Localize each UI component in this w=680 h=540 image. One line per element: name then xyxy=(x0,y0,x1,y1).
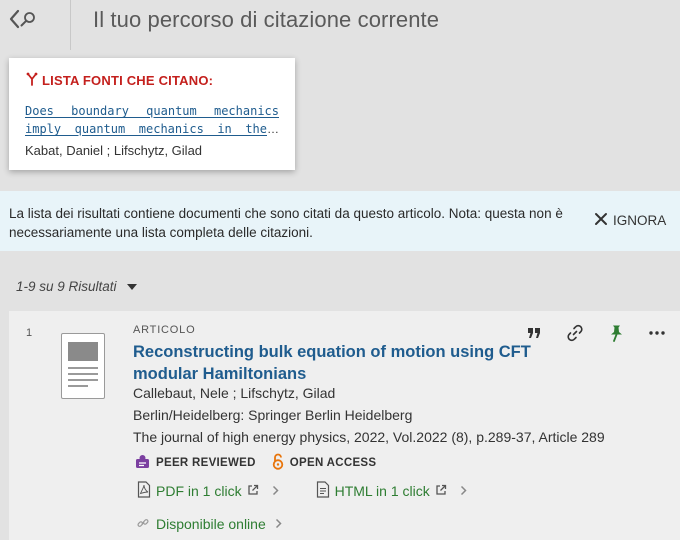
more-icon[interactable] xyxy=(644,322,670,344)
html-file-icon xyxy=(316,481,335,501)
fork-icon xyxy=(25,72,42,89)
open-access-badge: OPEN ACCESS xyxy=(272,453,377,473)
caret-down-icon xyxy=(126,283,137,290)
result-authors: Callebaut, Nele ; Lifschytz, Gilad xyxy=(133,385,336,401)
available-online-label: Disponibile online xyxy=(156,516,266,532)
citing-heading: LISTA FONTI CHE CITANO: xyxy=(25,72,279,89)
notice-text: La lista dei risultati contiene document… xyxy=(9,206,563,240)
link-icon[interactable] xyxy=(562,322,588,344)
info-notice: La lista dei risultati contiene document… xyxy=(0,191,680,251)
page-title: Il tuo percorso di citazione corrente xyxy=(93,7,440,32)
pdf-file-icon xyxy=(137,481,156,501)
open-access-label: OPEN ACCESS xyxy=(289,457,377,469)
external-link-icon xyxy=(247,483,264,499)
document-thumbnail-icon xyxy=(61,333,105,399)
chevron-right-icon xyxy=(460,483,472,499)
pdf-link-label: PDF in 1 click xyxy=(156,483,242,499)
peer-reviewed-label: PEER REVIEWED xyxy=(156,457,256,469)
quote-icon[interactable] xyxy=(521,322,547,344)
citing-source-card: LISTA FONTI CHE CITANO: Does boundary qu… xyxy=(9,58,295,170)
available-online-link[interactable]: Disponibile online xyxy=(137,516,289,532)
citing-title-line2[interactable]: imply quantum mechanics in the xyxy=(25,120,267,138)
search-icon xyxy=(20,11,36,32)
close-icon xyxy=(594,212,613,229)
dismiss-label: IGNORA xyxy=(613,213,667,228)
back-to-search-button[interactable] xyxy=(8,6,48,36)
chevron-right-icon xyxy=(272,483,284,499)
html-link-label: HTML in 1 click xyxy=(334,483,430,499)
result-title-link[interactable]: Reconstructing bulk equation of motion u… xyxy=(133,341,553,385)
result-badges: PEER REVIEWED OPEN ACCESS xyxy=(135,453,392,473)
full-text-links: PDF in 1 click HTML in 1 click xyxy=(137,481,504,501)
citing-title-line1[interactable]: Does boundary quantum mechanics xyxy=(25,104,279,118)
peer-reviewed-badge: PEER REVIEWED xyxy=(135,454,256,472)
result-actions xyxy=(506,322,670,344)
pdf-link[interactable]: PDF in 1 click xyxy=(137,481,284,501)
result-type: ARTICOLO xyxy=(133,324,196,336)
peer-reviewed-icon xyxy=(135,454,156,472)
result-publisher: Berlin/Heidelberg: Springer Berlin Heide… xyxy=(133,407,413,423)
results-count-dropdown[interactable]: 1-9 su 9 Risultati xyxy=(16,279,137,294)
citing-title-link[interactable]: Does boundary quantum mechanics imply qu… xyxy=(25,102,279,138)
chevron-left-icon xyxy=(8,9,20,34)
result-source: The journal of high energy physics, 2022… xyxy=(133,429,605,445)
citing-title-ellipsis: … xyxy=(267,122,279,136)
citing-authors: Kabat, Daniel ; Lifschytz, Gilad xyxy=(25,143,203,158)
chevron-right-icon xyxy=(275,516,289,532)
result-item[interactable]: 1 ARTICOLO Reconstructing bulk equation … xyxy=(9,311,680,540)
pin-icon[interactable] xyxy=(603,322,629,344)
html-link[interactable]: HTML in 1 click xyxy=(316,481,472,501)
result-index: 1 xyxy=(26,327,33,339)
open-lock-icon xyxy=(272,453,290,473)
results-count-label: 1-9 su 9 Risultati xyxy=(16,279,117,294)
top-bar: Il tuo percorso di citazione corrente xyxy=(0,0,680,50)
citing-heading-label: LISTA FONTI CHE CITANO: xyxy=(42,73,214,88)
external-link-icon xyxy=(435,483,452,499)
link-icon xyxy=(137,516,156,532)
header-divider xyxy=(70,0,71,50)
dismiss-notice-button[interactable]: IGNORA xyxy=(594,212,666,229)
